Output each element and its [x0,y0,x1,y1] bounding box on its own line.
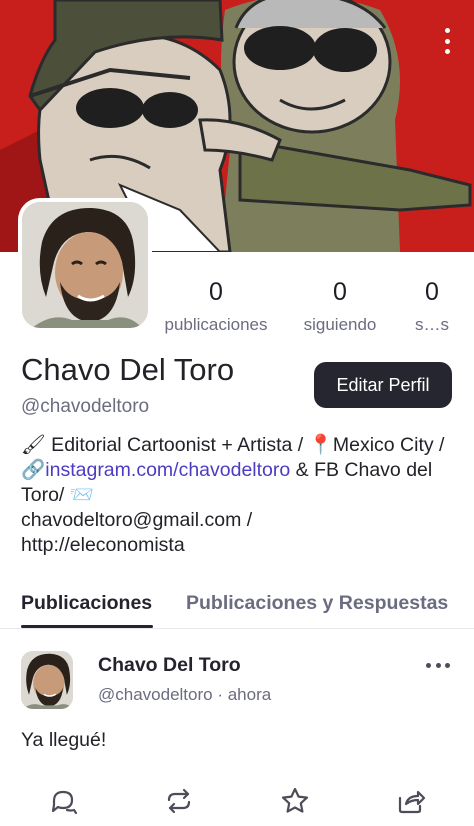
avatar-photo [21,651,73,709]
stat-publicaciones[interactable]: 0 publicaciones [156,276,276,336]
bio-instagram-link[interactable]: instagram.com/chavodeltoro [45,459,290,481]
link-emoji: 🔗 [21,459,46,481]
mail-emoji: 📨 [69,484,95,506]
meta-separator: · [212,685,228,704]
post-author-name[interactable]: Chavo Del Toro [98,654,241,677]
profile-avatar[interactable] [18,198,152,332]
stat-value: 0 [425,278,439,306]
display-name: Chavo Del Toro [21,352,235,387]
bio-url: http://eleconomista [21,534,185,556]
tab-publicaciones[interactable]: Publicaciones [21,592,152,615]
stat-label: siguiendo [303,315,377,334]
stat-seguidores[interactable]: 0 s…s [404,276,460,336]
profile-handle: @chavodeltoro [21,396,150,417]
stat-label: publicaciones [164,315,268,334]
tabs-divider [0,628,474,629]
stat-label: s…s [415,315,449,334]
post-more-icon[interactable] [426,661,450,669]
reply-icon[interactable] [48,786,78,816]
post-time: ahora [227,685,272,704]
bio-email: chavodeltoro@gmail.com / [21,509,253,531]
post-text: Ya llegué! [21,729,107,751]
stat-value: 0 [209,278,223,306]
edit-profile-button[interactable]: Editar Perfil [314,362,452,408]
stat-siguiendo[interactable]: 0 siguiendo [296,276,384,336]
tab-publicaciones-y-respuestas[interactable]: Publicaciones y Respuestas [186,592,448,615]
favorite-star-icon[interactable] [280,786,310,816]
repost-icon[interactable] [164,786,194,816]
post-meta: @chavodeltoro · ahora [98,685,271,705]
paintbrush-emoji: 🖌 [21,434,46,456]
stat-value: 0 [333,278,347,306]
bio-location: Mexico City / [332,434,445,456]
share-icon[interactable] [396,786,426,816]
post-author-handle: @chavodeltoro [98,685,213,704]
avatar-photo [22,202,148,328]
profile-bio: 🖌 Editorial Cartoonist + Artista / 📍Mexi… [21,433,461,558]
kebab-menu-icon[interactable] [442,28,452,54]
pin-emoji: 📍 [308,434,333,456]
bio-text: Editorial Cartoonist + Artista / [45,434,309,456]
post-author-avatar[interactable] [21,651,73,709]
